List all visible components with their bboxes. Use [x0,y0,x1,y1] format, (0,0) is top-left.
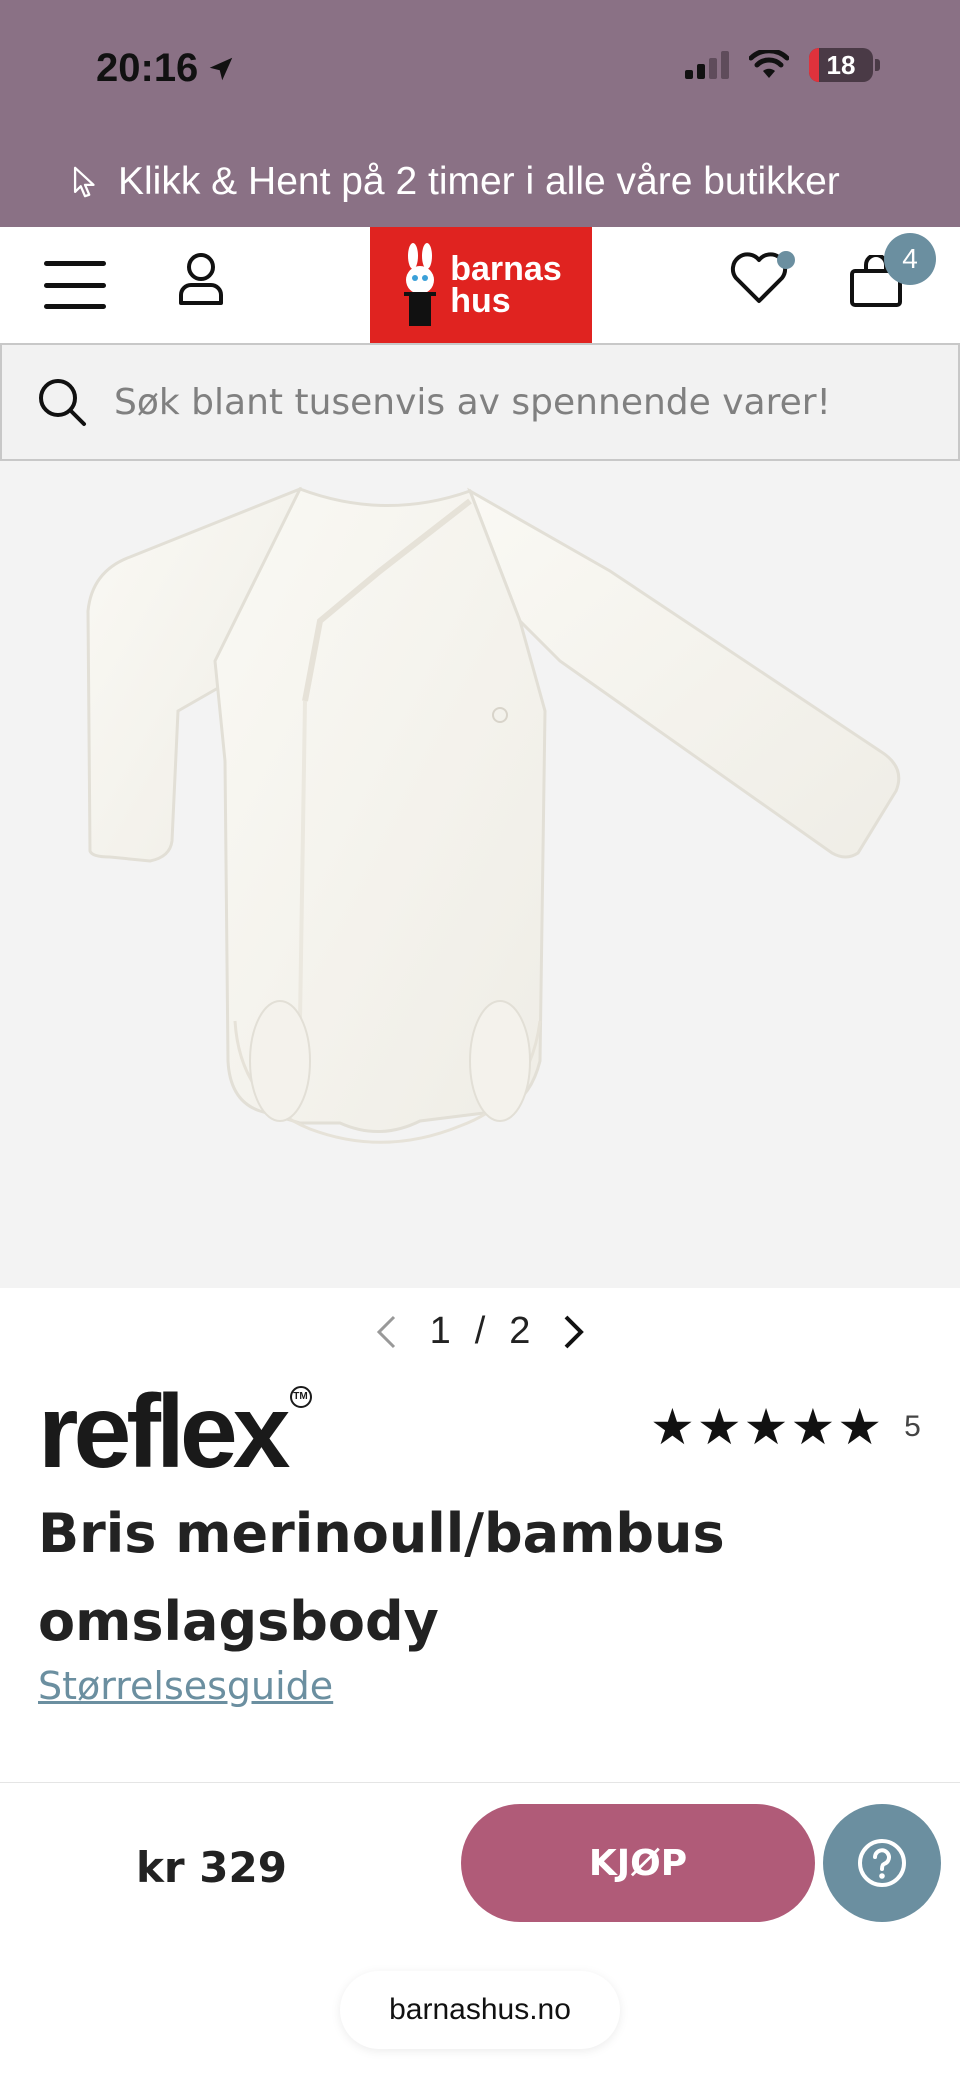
purchase-bar: kr 329 KJØP barnashus.no [0,1782,960,2081]
trademark-icon: TM [289,1386,312,1408]
rating-count: 5 [904,1410,921,1443]
next-image-button[interactable] [554,1312,594,1352]
logo-line1: barnas [450,250,562,288]
product-image[interactable] [0,461,960,1288]
pager-total: 2 [509,1310,531,1352]
time-text: 20:16 [96,46,199,90]
brand-logo[interactable]: reflex TM [38,1380,312,1484]
product-rating[interactable]: ★★★★★ 5 [650,1398,921,1456]
pager-current: 1 [429,1310,451,1352]
status-time: 20:16 [96,46,236,91]
search-bar[interactable] [0,343,960,461]
site-header: barnas hus 4 [0,227,960,343]
cursor-icon [73,166,95,198]
product-title: Bris merinoull/bambus omslagsbody [38,1502,725,1653]
menu-icon[interactable] [44,261,106,309]
prev-image-button[interactable] [366,1312,406,1352]
buy-button[interactable]: KJØP [461,1804,815,1922]
help-button[interactable] [823,1804,941,1922]
size-guide-link[interactable]: Størrelsesguide [38,1664,333,1708]
battery-level: 18 [826,49,856,80]
signal-icon [685,51,729,79]
search-icon [39,379,86,426]
promo-banner[interactable]: Klikk & Hent på 2 timer i alle våre buti… [70,160,840,204]
chevron-left-icon [376,1315,395,1348]
chevron-right-icon [565,1315,585,1348]
status-indicators: 18 [685,48,880,82]
location-arrow-icon [210,57,233,80]
question-icon [858,1839,906,1887]
browser-url-bar[interactable]: barnashus.no [340,1971,620,2049]
product-price: kr 329 [136,1843,287,1892]
logo-line2: hus [450,282,511,320]
image-pager: 1 / 2 [0,1310,960,1353]
battery-icon: 18 [809,48,873,82]
baby-bodysuit-image [86,486,901,1144]
search-input[interactable] [114,381,934,423]
rating-stars: ★★★★★ [650,1398,885,1456]
promo-text: Klikk & Hent på 2 timer i alle våre buti… [118,160,840,203]
wifi-icon [749,50,789,78]
rabbit-hat-icon [404,243,437,326]
brand-name: reflex [38,1374,291,1490]
pager-separator: / [474,1310,486,1352]
user-icon[interactable] [176,251,226,307]
cart-count-badge: 4 [884,233,936,285]
wishlist-indicator [777,251,795,269]
site-logo[interactable]: barnas hus [370,227,592,343]
top-banner: 20:16 18 Klikk & Hent på 2 timer i alle … [0,0,960,227]
